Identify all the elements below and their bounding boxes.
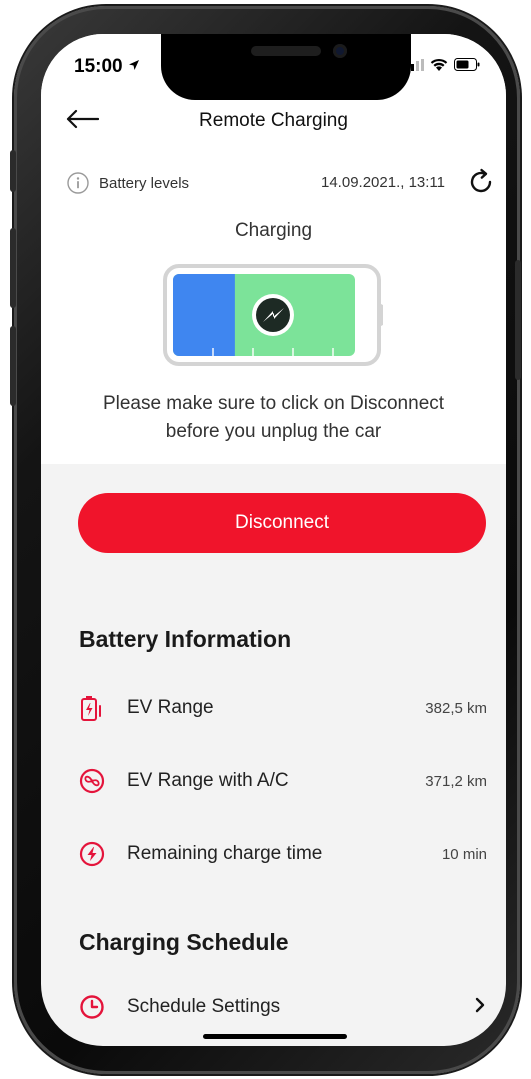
wifi-icon <box>430 58 448 71</box>
battery-levels-label: Battery levels <box>99 174 190 192</box>
remaining-charge-time-value: 10 min <box>441 845 487 863</box>
status-bar-icons <box>406 58 480 71</box>
remaining-charge-time-label: Remaining charge time <box>127 843 323 864</box>
ev-range-ac-label: EV Range with A/C <box>127 770 289 791</box>
lightning-circle-icon <box>79 841 105 867</box>
fan-icon <box>79 768 105 794</box>
front-camera <box>333 44 347 58</box>
last-updated-timestamp: 14.09.2021., 13:11 <box>321 174 445 191</box>
status-bar-time: 15:00 <box>74 56 140 78</box>
notch <box>161 34 411 100</box>
clock-icon <box>79 994 105 1020</box>
ev-range-ac-row: EV Range with A/C 371,2 km <box>79 766 487 796</box>
ev-range-row: EV Range 382,5 km <box>79 693 487 723</box>
chevron-right-icon <box>473 996 487 1018</box>
phone-silent-switch <box>10 150 16 192</box>
page-title: Remote Charging <box>199 110 348 131</box>
remaining-charge-time-row: Remaining charge time 10 min <box>79 839 487 869</box>
ev-range-label: EV Range <box>127 697 214 718</box>
battery-information-title: Battery Information <box>79 626 292 652</box>
charging-schedule-title: Charging Schedule <box>79 929 289 955</box>
battery-visual <box>163 264 389 366</box>
phone-volume-up <box>10 228 16 308</box>
battery-charge-icon <box>79 695 105 721</box>
home-indicator[interactable] <box>203 1034 347 1039</box>
unplug-warning-message: Please make sure to click on Disconnect … <box>102 393 445 442</box>
ev-range-value: 382,5 km <box>425 699 487 717</box>
location-arrow-icon <box>128 60 139 70</box>
refresh-icon <box>470 168 492 193</box>
phone-volume-down <box>10 326 16 406</box>
schedule-settings-label: Schedule Settings <box>127 996 281 1017</box>
earpiece-speaker <box>251 46 321 56</box>
refresh-button[interactable] <box>467 168 495 196</box>
charging-status-text: Charging <box>234 220 313 241</box>
battery-fill-level <box>173 274 235 356</box>
phone-power-button <box>515 260 521 380</box>
schedule-settings-row[interactable]: Schedule Settings <box>79 992 487 1022</box>
ev-range-ac-value: 371,2 km <box>425 772 487 790</box>
phone-screen: 15:00 Remote Charging Battery levels 14.… <box>41 34 506 1046</box>
battery-levels-row: Battery levels <box>67 172 189 194</box>
battery-status-icon <box>454 58 480 71</box>
info-icon[interactable] <box>67 172 89 194</box>
charging-bolt-icon <box>252 294 294 336</box>
cellular-signal-icon <box>406 58 424 71</box>
disconnect-button[interactable]: Disconnect <box>78 493 486 553</box>
